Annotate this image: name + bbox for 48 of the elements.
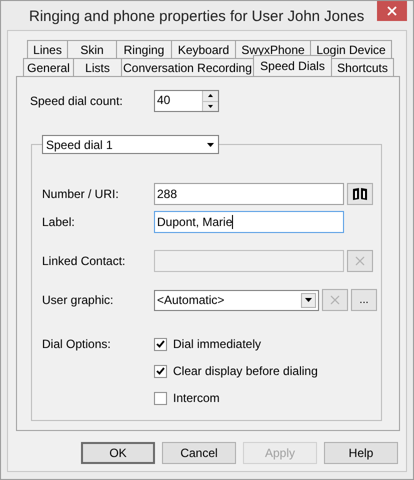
field-label: Speed dial count:	[30, 93, 124, 110]
spin-up-button[interactable]	[203, 91, 218, 102]
checkbox[interactable]	[154, 392, 167, 404]
field-value: Dupont, Marie	[156, 214, 232, 231]
dialog-button[interactable]: Help	[324, 442, 398, 464]
spin-value: 40	[156, 92, 172, 109]
checkbox-label: Clear display before dialing	[173, 363, 318, 380]
tab[interactable]: Ringing	[116, 40, 172, 58]
checkbox-label: Intercom	[173, 390, 220, 407]
tab[interactable]: Keyboard	[171, 40, 236, 58]
dropdown-arrow-icon	[305, 298, 312, 302]
speed-dial-dropdown[interactable]: Speed dial 1	[42, 135, 219, 154]
dialog-button[interactable]: Cancel	[162, 442, 236, 464]
close-icon	[355, 256, 365, 266]
browse-button[interactable]: ...	[351, 289, 377, 311]
dropdown-value: Speed dial 1	[45, 136, 114, 154]
checkbox[interactable]	[154, 364, 167, 378]
field-label: User graphic:	[42, 292, 114, 309]
book-icon	[352, 187, 368, 201]
dropdown-arrow-icon	[207, 142, 214, 146]
tab[interactable]: Shortcuts	[331, 58, 394, 76]
down-arrow-icon	[208, 104, 213, 108]
combo-value: <Automatic>	[156, 292, 226, 309]
address-book-button[interactable]	[347, 183, 373, 205]
dialog-button[interactable]: OK	[81, 442, 155, 464]
text-field[interactable]: Dupont, Marie	[154, 211, 344, 233]
tab[interactable]: General	[23, 58, 74, 76]
text-field[interactable]: 288	[154, 183, 344, 205]
spin-field[interactable]: 40	[154, 90, 219, 112]
checkbox[interactable]	[154, 338, 167, 350]
field-value: 288	[156, 186, 178, 203]
user-graphic-combo[interactable]: <Automatic>	[154, 290, 319, 310]
close-icon	[387, 6, 397, 16]
close-button[interactable]	[377, 1, 407, 21]
tab[interactable]: Conversation Recording	[121, 58, 254, 76]
checkbox-label: Dial immediately	[173, 336, 262, 353]
up-arrow-icon	[208, 94, 213, 98]
check-icon	[156, 367, 165, 375]
field-label: Linked Contact:	[42, 253, 126, 270]
window-title: Ringing and phone properties for User John Jones	[29, 7, 364, 27]
tab[interactable]: Login Device	[310, 40, 392, 58]
close-icon	[330, 295, 340, 305]
field-label: Number / URI:	[42, 186, 120, 203]
field-label: Label:	[42, 214, 76, 231]
field-label: Dial Options:	[42, 336, 112, 353]
check-icon	[156, 340, 165, 348]
tab[interactable]: Lines	[27, 40, 68, 58]
text-cursor	[232, 215, 234, 229]
